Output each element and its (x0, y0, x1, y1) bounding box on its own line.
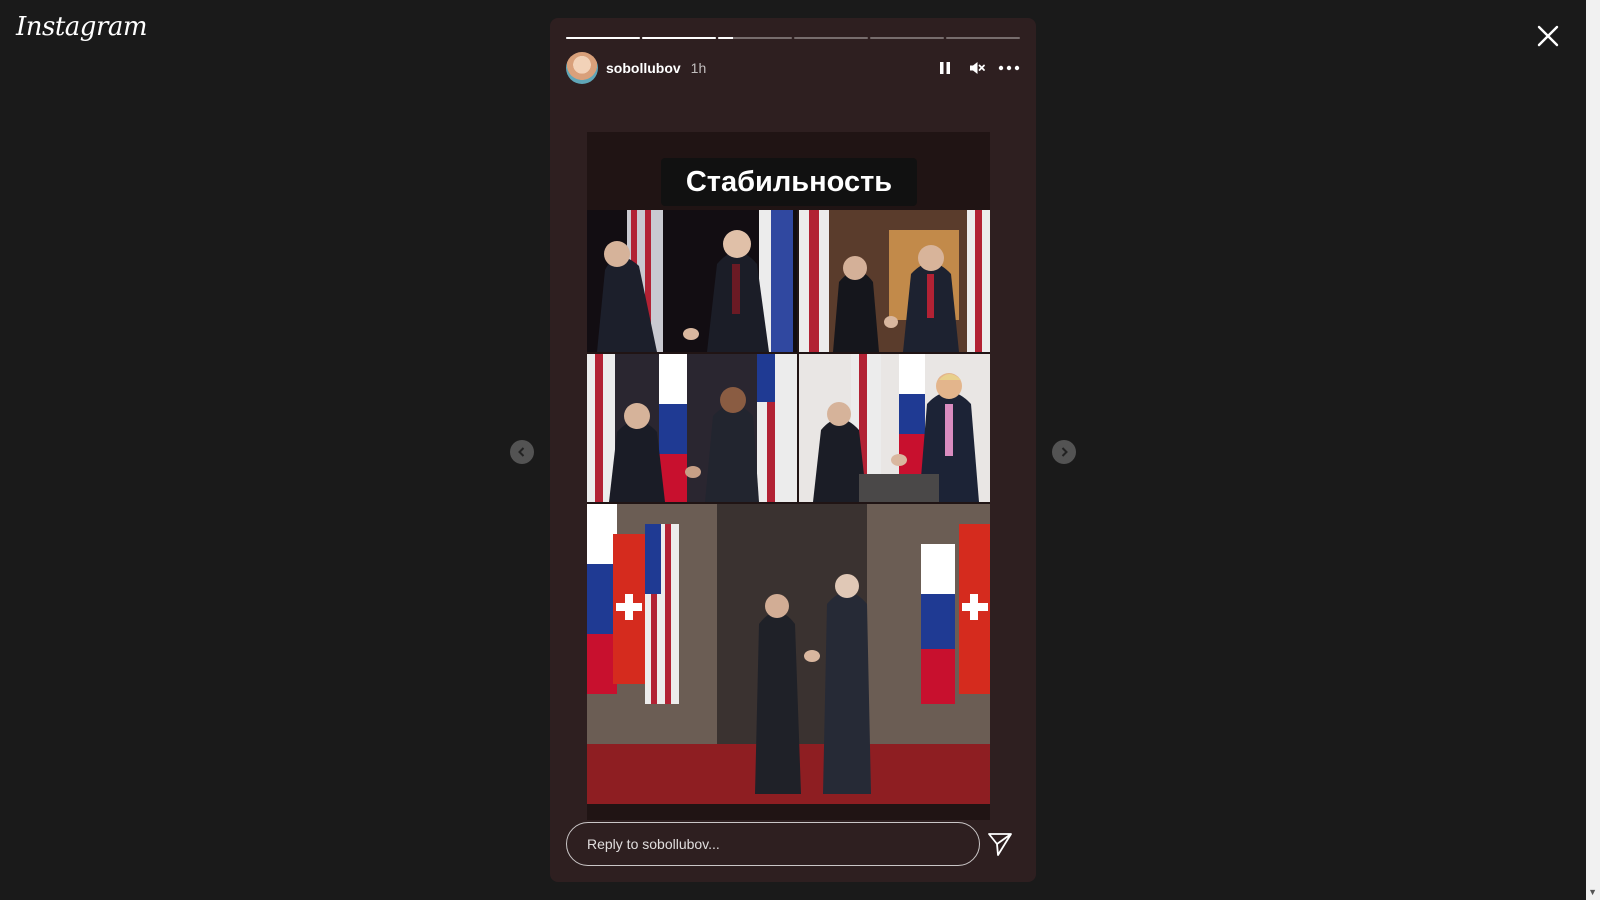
progress-segment (870, 37, 944, 39)
progress-segment (718, 37, 792, 39)
progress-segment (946, 37, 1020, 39)
story-image: Стабильность (587, 132, 990, 820)
instagram-logo[interactable]: Instagram (16, 12, 148, 42)
progress-segment (794, 37, 868, 39)
handshake-photo (587, 210, 797, 352)
close-icon[interactable] (1536, 24, 1560, 48)
send-icon[interactable] (986, 830, 1014, 858)
story-caption-text: Стабильность (661, 158, 917, 206)
handshake-photo (587, 354, 797, 502)
scroll-down-arrow-icon[interactable]: ▼ (1588, 887, 1597, 897)
more-options-icon[interactable] (998, 57, 1020, 79)
story-viewer[interactable]: sobollubov 1h Стабильность (550, 18, 1036, 882)
page-scrollbar[interactable]: ▼ (1586, 0, 1600, 900)
muted-speaker-icon[interactable] (966, 57, 988, 79)
pause-icon[interactable] (934, 57, 956, 79)
handshake-photo (799, 210, 990, 352)
handshake-photo (799, 354, 990, 502)
chevron-right-icon[interactable] (1052, 440, 1076, 464)
handshake-photo (587, 504, 990, 804)
story-header: sobollubov 1h (566, 52, 1020, 84)
reply-input[interactable] (566, 822, 980, 866)
avatar[interactable] (566, 52, 598, 84)
progress-segment (642, 37, 716, 39)
username-link[interactable]: sobollubov (606, 60, 681, 76)
progress-segment (566, 37, 640, 39)
chevron-left-icon[interactable] (510, 440, 534, 464)
story-progress-bar (566, 37, 1020, 39)
timestamp: 1h (690, 60, 707, 76)
